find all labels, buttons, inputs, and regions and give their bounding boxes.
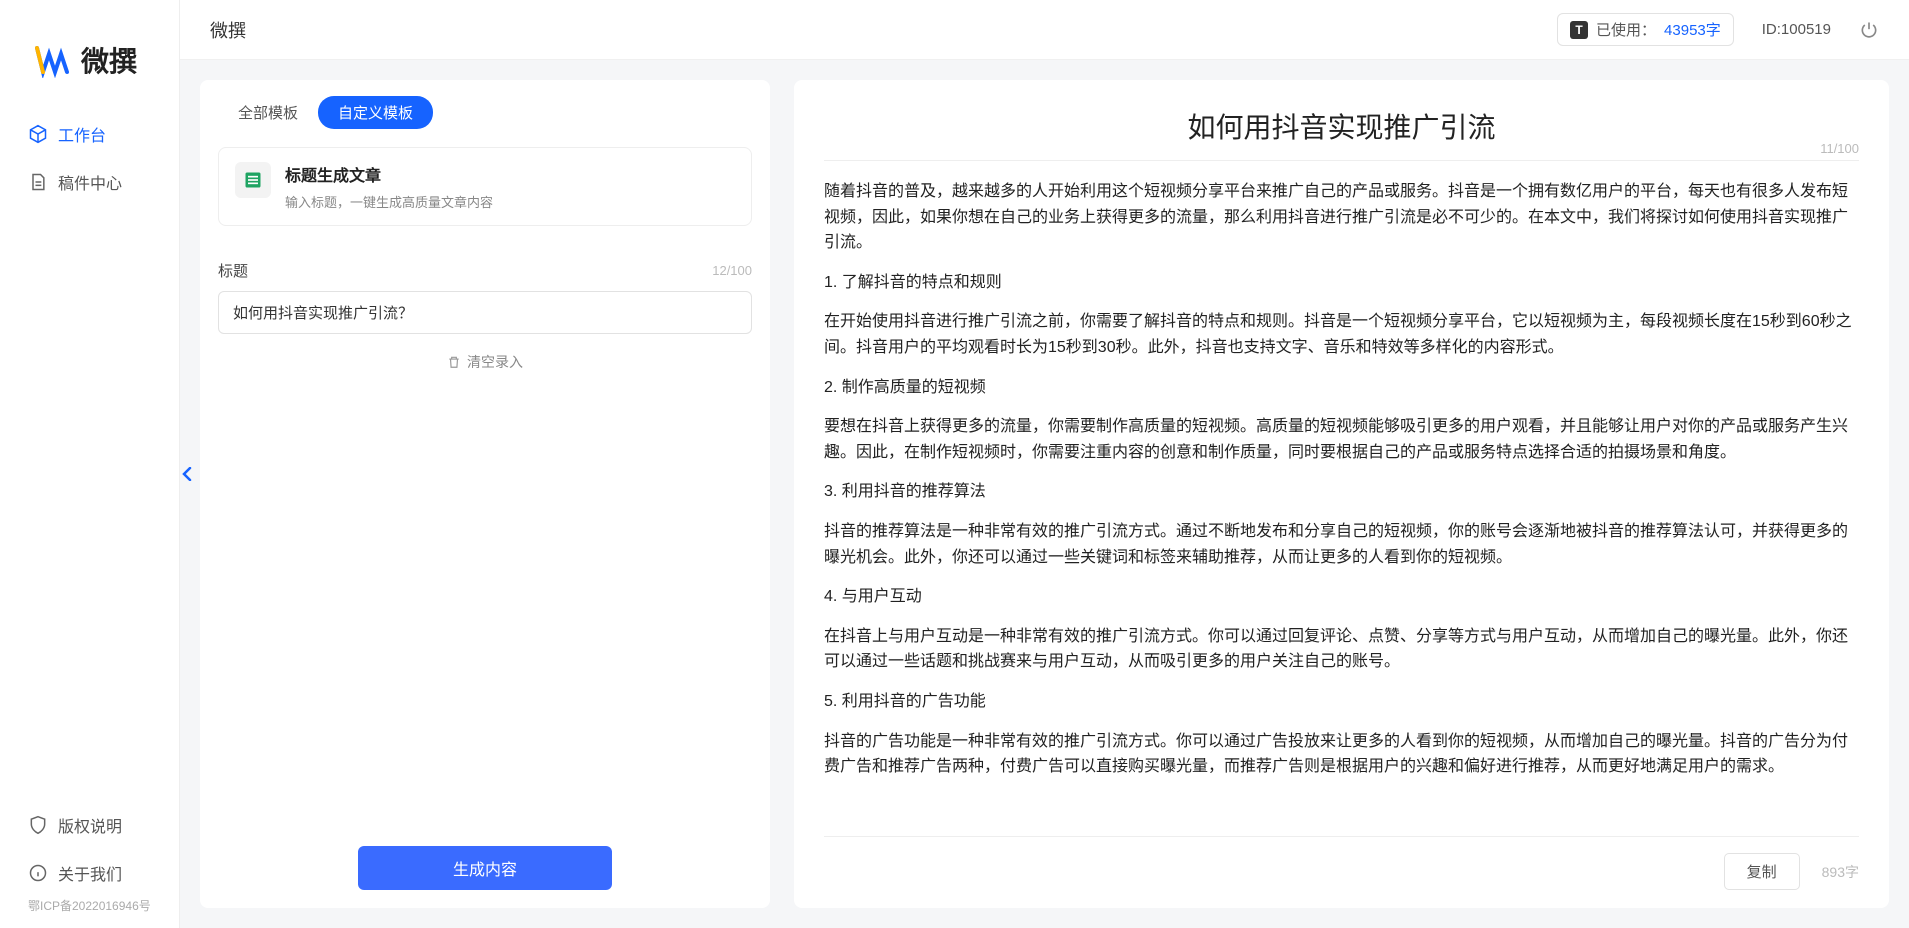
clear-button[interactable]: 清空录入 xyxy=(200,352,770,372)
clear-label: 清空录入 xyxy=(467,352,523,372)
usage-badge[interactable]: T 已使用： 43953字 xyxy=(1557,13,1734,46)
sidebar-bottom: 版权说明 关于我们 鄂ICP备2022016946号 xyxy=(0,801,179,914)
tab-all-templates[interactable]: 全部模板 xyxy=(218,96,318,129)
topbar-right: T 已使用： 43953字 ID:100519 xyxy=(1557,13,1909,46)
logo-icon xyxy=(35,42,71,78)
article-paragraph: 3. 利用抖音的推荐算法 xyxy=(824,479,1859,505)
text-icon: T xyxy=(1570,21,1588,39)
document-icon xyxy=(28,172,48,192)
trash-icon xyxy=(447,355,461,369)
title-field-header: 标题 12/100 xyxy=(200,240,770,291)
template-meta: 标题生成文章 输入标题，一键生成高质量文章内容 xyxy=(285,162,493,211)
title-field-label: 标题 xyxy=(218,260,248,281)
sidebar-item-label: 关于我们 xyxy=(58,861,122,885)
copy-button[interactable]: 复制 xyxy=(1724,853,1800,890)
sidebar-item-drafts[interactable]: 稿件中心 xyxy=(0,158,179,206)
article-title-count: 11/100 xyxy=(1820,141,1859,156)
cube-icon xyxy=(28,124,48,144)
template-title: 标题生成文章 xyxy=(285,162,493,186)
usage-value: 43953字 xyxy=(1664,19,1721,40)
article-paragraph: 在开始使用抖音进行推广引流之前，你需要了解抖音的特点和规则。抖音是一个短视频分享… xyxy=(824,309,1859,360)
logo: 微撰 xyxy=(0,0,179,110)
sidebar-item-copyright[interactable]: 版权说明 xyxy=(0,801,179,849)
article-body: 随着抖音的普及，越来越多的人开始利用这个短视频分享平台来推广自己的产品或服务。抖… xyxy=(824,161,1859,836)
usage-label: 已使用： xyxy=(1596,19,1656,40)
article-title: 如何用抖音实现推广引流 xyxy=(824,106,1859,146)
brand-name: 微撰 xyxy=(81,40,137,80)
input-panel: 全部模板 自定义模板 标题生成文章 输入标题，一键生成高质量文章内容 标题 12… xyxy=(200,80,770,908)
article-paragraph: 抖音的广告功能是一种非常有效的推广引流方式。你可以通过广告投放来让更多的人看到你… xyxy=(824,729,1859,780)
template-tabs: 全部模板 自定义模板 xyxy=(200,80,770,141)
icp-number: 鄂ICP备2022016946号 xyxy=(0,897,179,914)
article-paragraph: 在抖音上与用户互动是一种非常有效的推广引流方式。你可以通过回复评论、点赞、分享等… xyxy=(824,624,1859,675)
user-id: ID:100519 xyxy=(1762,21,1831,38)
article-paragraph: 要想在抖音上获得更多的流量，你需要制作高质量的短视频。高质量的短视频能够吸引更多… xyxy=(824,414,1859,465)
power-icon[interactable] xyxy=(1859,20,1879,40)
sidebar-item-label: 版权说明 xyxy=(58,813,122,837)
sidebar-item-about[interactable]: 关于我们 xyxy=(0,849,179,897)
template-card[interactable]: 标题生成文章 输入标题，一键生成高质量文章内容 xyxy=(218,147,752,226)
template-desc: 输入标题，一键生成高质量文章内容 xyxy=(285,192,493,211)
article-paragraph: 4. 与用户互动 xyxy=(824,584,1859,610)
output-panel: 如何用抖音实现推广引流 11/100 随着抖音的普及，越来越多的人开始利用这个短… xyxy=(794,80,1889,908)
sheet-icon xyxy=(243,170,263,190)
sidebar: 微撰 工作台 稿件中心 版权说明 关于我们 鄂ICP备2022016946号 xyxy=(0,0,180,928)
article-paragraph: 抖音的推荐算法是一种非常有效的推广引流方式。通过不断地发布和分享自己的短视频，你… xyxy=(824,519,1859,570)
generate-button[interactable]: 生成内容 xyxy=(358,846,612,890)
sidebar-item-label: 稿件中心 xyxy=(58,170,122,194)
topbar: 微撰 T 已使用： 43953字 ID:100519 xyxy=(180,0,1909,60)
title-input[interactable] xyxy=(218,291,752,334)
template-icon-wrap xyxy=(235,162,271,198)
article-paragraph: 5. 利用抖音的广告功能 xyxy=(824,689,1859,715)
output-footer: 复制 893字 xyxy=(824,836,1859,890)
article-paragraph: 1. 了解抖音的特点和规则 xyxy=(824,270,1859,296)
info-icon xyxy=(28,863,48,883)
word-count: 893字 xyxy=(1822,862,1859,882)
sidebar-item-workbench[interactable]: 工作台 xyxy=(0,110,179,158)
article-head: 如何用抖音实现推广引流 11/100 xyxy=(824,106,1859,161)
main-area: 全部模板 自定义模板 标题生成文章 输入标题，一键生成高质量文章内容 标题 12… xyxy=(180,60,1909,928)
article-paragraph: 随着抖音的普及，越来越多的人开始利用这个短视频分享平台来推广自己的产品或服务。抖… xyxy=(824,179,1859,256)
title-field-count: 12/100 xyxy=(712,263,752,278)
tab-custom-templates[interactable]: 自定义模板 xyxy=(318,96,433,129)
page-title: 微撰 xyxy=(210,17,246,43)
article-paragraph: 2. 制作高质量的短视频 xyxy=(824,375,1859,401)
shield-icon xyxy=(28,815,48,835)
sidebar-item-label: 工作台 xyxy=(58,122,106,146)
